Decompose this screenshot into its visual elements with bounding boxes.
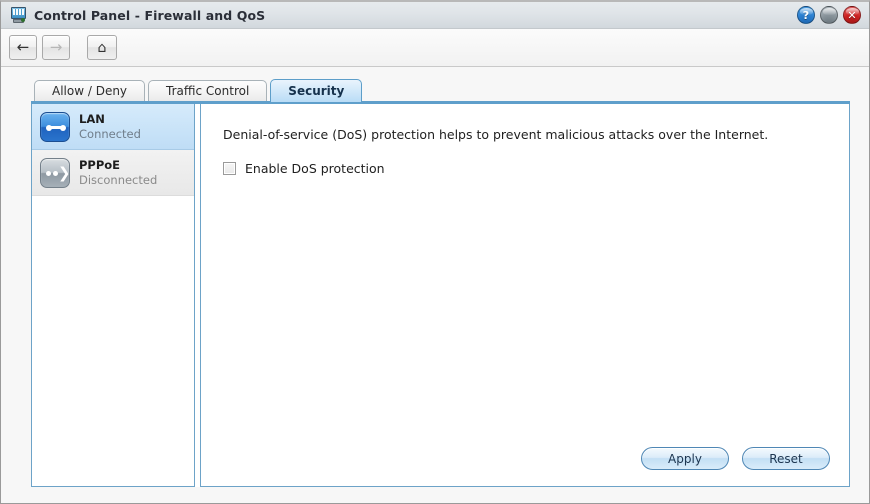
tab-allow-deny[interactable]: Allow / Deny: [34, 80, 146, 101]
title-bar: Control Panel - Firewall and QoS ? ✕: [1, 2, 869, 29]
close-icon: ✕: [847, 8, 857, 22]
home-icon: ⌂: [97, 39, 107, 56]
close-button[interactable]: ✕: [843, 6, 861, 24]
apply-button[interactable]: Apply: [641, 447, 729, 470]
sidebar-item-pppoe[interactable]: ❯ PPPoE Disconnected: [32, 150, 194, 196]
action-buttons: Apply Reset: [641, 447, 830, 470]
enable-dos-protection-row[interactable]: Enable DoS protection: [223, 161, 827, 176]
lan-network-icon: [40, 111, 70, 142]
apply-button-label: Apply: [668, 451, 702, 466]
sidebar-item-lan-status: Connected: [79, 126, 141, 141]
back-button[interactable]: ←: [9, 35, 37, 60]
tab-traffic-control-label: Traffic Control: [166, 84, 250, 98]
window-title: Control Panel - Firewall and QoS: [34, 7, 266, 23]
sidebar-item-pppoe-name: PPPoE: [79, 158, 121, 173]
sidebar-item-lan-name: LAN: [79, 112, 105, 127]
control-panel-window: Control Panel - Firewall and QoS ? ✕ ← →…: [0, 0, 870, 504]
sidebar-item-pppoe-status: Disconnected: [79, 172, 158, 187]
tab-strip: Allow / Deny Traffic Control Security: [34, 79, 850, 102]
help-button[interactable]: ?: [797, 6, 815, 24]
reset-button[interactable]: Reset: [742, 447, 830, 470]
sidebar-item-lan[interactable]: LAN Connected: [32, 104, 194, 150]
home-button[interactable]: ⌂: [87, 35, 117, 60]
tab-traffic-control[interactable]: Traffic Control: [148, 80, 268, 101]
tab-allow-deny-label: Allow / Deny: [52, 84, 128, 98]
forward-button[interactable]: →: [42, 35, 70, 60]
interface-list: LAN Connected ❯ PPPoE Disconnected: [31, 104, 195, 487]
help-icon: ?: [802, 8, 810, 22]
pppoe-arrow-icon: ❯: [40, 157, 71, 188]
enable-dos-protection-label: Enable DoS protection: [245, 161, 385, 176]
reset-button-label: Reset: [769, 451, 803, 466]
computer-monitor-icon: [10, 7, 27, 23]
dos-description: Denial-of-service (DoS) protection helps…: [223, 127, 769, 142]
minimize-button[interactable]: [820, 6, 838, 24]
tab-security-label: Security: [288, 84, 345, 98]
enable-dos-protection-checkbox[interactable]: [223, 162, 236, 175]
tab-security[interactable]: Security: [270, 79, 363, 102]
back-arrow-icon: ←: [16, 38, 30, 56]
page-body: Allow / Deny Traffic Control Security LA…: [1, 67, 869, 503]
tab-panel: LAN Connected ❯ PPPoE Disconnected Denia…: [31, 101, 850, 487]
forward-arrow-icon: →: [49, 38, 63, 56]
security-settings-panel: Denial-of-service (DoS) protection helps…: [200, 104, 850, 487]
window-controls: ? ✕: [797, 6, 861, 24]
navigation-toolbar: ← → ⌂: [1, 29, 869, 67]
